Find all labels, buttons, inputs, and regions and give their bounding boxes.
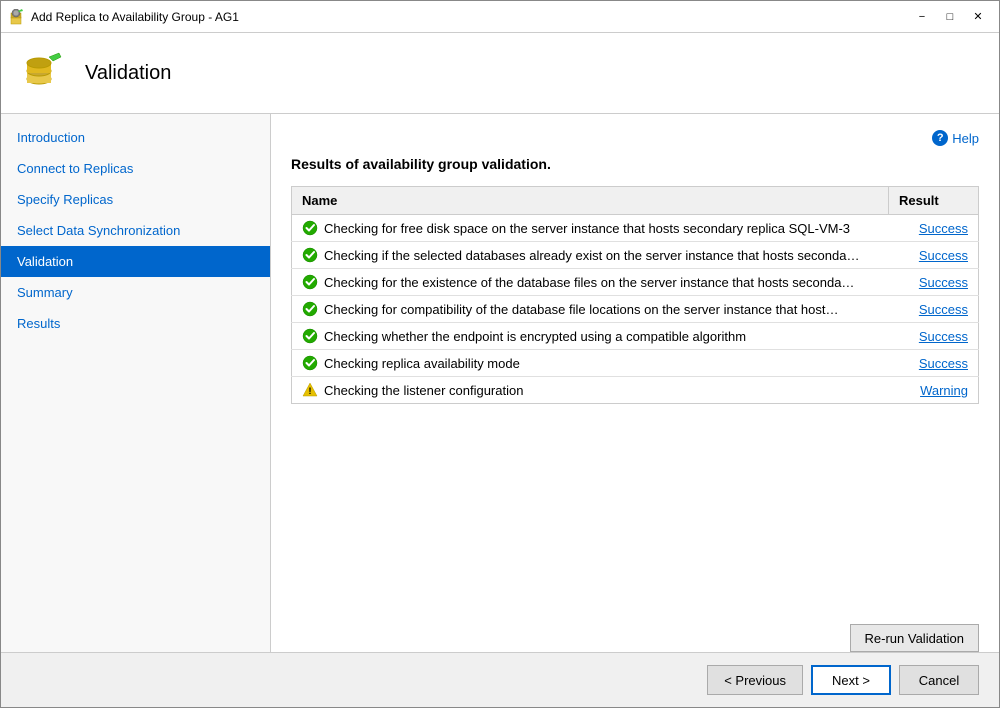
header: Validation	[1, 33, 999, 114]
row-result-cell[interactable]: Success	[889, 242, 979, 269]
sidebar-item-summary[interactable]: Summary	[1, 277, 270, 308]
row-name-cell: Checking for the existence of the databa…	[292, 269, 889, 296]
table-row: Checking replica availability mode Succes…	[292, 350, 979, 377]
content-inner: ? Help Results of availability group val…	[271, 114, 999, 616]
sidebar-item-validation[interactable]: Validation	[1, 246, 270, 277]
help-label: Help	[952, 131, 979, 146]
row-name-cell: ! Checking the listener configuration	[292, 377, 889, 404]
table-body: Checking for free disk space on the serv…	[292, 215, 979, 404]
warning-icon: !	[302, 382, 318, 398]
result-link[interactable]: Success	[919, 221, 968, 236]
previous-button[interactable]: < Previous	[707, 665, 803, 695]
result-link[interactable]: Success	[919, 356, 968, 371]
success-icon	[302, 274, 318, 290]
table-row: Checking for free disk space on the serv…	[292, 215, 979, 242]
success-icon	[302, 247, 318, 263]
minimize-button[interactable]: −	[909, 7, 935, 27]
table-row: Checking for the existence of the databa…	[292, 269, 979, 296]
col-name-header: Name	[292, 187, 889, 215]
row-name-text: Checking for compatibility of the databa…	[324, 302, 839, 317]
row-name-text: Checking for free disk space on the serv…	[324, 221, 850, 236]
result-link[interactable]: Success	[919, 329, 968, 344]
sidebar-item-specify-replicas[interactable]: Specify Replicas	[1, 184, 270, 215]
main-window: Add Replica to Availability Group - AG1 …	[0, 0, 1000, 708]
row-result-cell[interactable]: Success	[889, 296, 979, 323]
sidebar-item-select-data-sync[interactable]: Select Data Synchronization	[1, 215, 270, 246]
navigation-buttons: < Previous Next > Cancel	[707, 665, 979, 695]
rerun-validation-button[interactable]: Re-run Validation	[850, 624, 979, 652]
row-result-cell[interactable]: Success	[889, 323, 979, 350]
app-icon	[9, 9, 25, 25]
page-title: Validation	[85, 62, 171, 85]
row-name-text: Checking if the selected databases alrea…	[324, 248, 859, 263]
window-title: Add Replica to Availability Group - AG1	[31, 10, 909, 24]
result-link[interactable]: Success	[919, 248, 968, 263]
table-row: Checking whether the endpoint is encrypt…	[292, 323, 979, 350]
bottom-bar: < Previous Next > Cancel	[1, 652, 999, 707]
success-icon	[302, 220, 318, 236]
next-button[interactable]: Next >	[811, 665, 891, 695]
sidebar-item-introduction[interactable]: Introduction	[1, 122, 270, 153]
table-row: Checking for compatibility of the databa…	[292, 296, 979, 323]
row-name-text: Checking replica availability mode	[324, 356, 520, 371]
content-panel: ? Help Results of availability group val…	[271, 114, 999, 652]
svg-text:!: !	[309, 386, 312, 396]
result-link[interactable]: Warning	[920, 383, 968, 398]
title-bar: Add Replica to Availability Group - AG1 …	[1, 1, 999, 33]
cancel-button[interactable]: Cancel	[899, 665, 979, 695]
sidebar-item-connect-to-replicas[interactable]: Connect to Replicas	[1, 153, 270, 184]
row-name-cell: Checking if the selected databases alrea…	[292, 242, 889, 269]
main-area: IntroductionConnect to ReplicasSpecify R…	[1, 114, 999, 652]
sidebar-item-results[interactable]: Results	[1, 308, 270, 339]
row-name-text: Checking for the existence of the databa…	[324, 275, 854, 290]
rerun-area: Re-run Validation	[271, 616, 999, 652]
success-icon	[302, 355, 318, 371]
table-row: ! Checking the listener configuration War…	[292, 377, 979, 404]
success-icon	[302, 328, 318, 344]
col-result-header: Result	[889, 187, 979, 215]
row-name-text: Checking the listener configuration	[324, 383, 523, 398]
window-controls: − □ ✕	[909, 7, 991, 27]
row-result-cell[interactable]: Success	[889, 215, 979, 242]
table-row: Checking if the selected databases alrea…	[292, 242, 979, 269]
validation-icon	[21, 49, 69, 97]
row-name-cell: Checking replica availability mode	[292, 350, 889, 377]
close-button[interactable]: ✕	[965, 7, 991, 27]
row-name-cell: Checking for compatibility of the databa…	[292, 296, 889, 323]
result-link[interactable]: Success	[919, 302, 968, 317]
help-link[interactable]: ? Help	[291, 130, 979, 146]
row-result-cell[interactable]: Success	[889, 269, 979, 296]
row-result-cell[interactable]: Warning	[889, 377, 979, 404]
validation-table: Name Result Checking for free disk space…	[291, 186, 979, 404]
row-name-cell: Checking for free disk space on the serv…	[292, 215, 889, 242]
row-name-cell: Checking whether the endpoint is encrypt…	[292, 323, 889, 350]
sidebar: IntroductionConnect to ReplicasSpecify R…	[1, 114, 271, 652]
maximize-button[interactable]: □	[937, 7, 963, 27]
row-result-cell[interactable]: Success	[889, 350, 979, 377]
table-header-row: Name Result	[292, 187, 979, 215]
row-name-text: Checking whether the endpoint is encrypt…	[324, 329, 746, 344]
help-icon: ?	[932, 130, 948, 146]
success-icon	[302, 301, 318, 317]
results-title: Results of availability group validation…	[291, 156, 979, 172]
result-link[interactable]: Success	[919, 275, 968, 290]
